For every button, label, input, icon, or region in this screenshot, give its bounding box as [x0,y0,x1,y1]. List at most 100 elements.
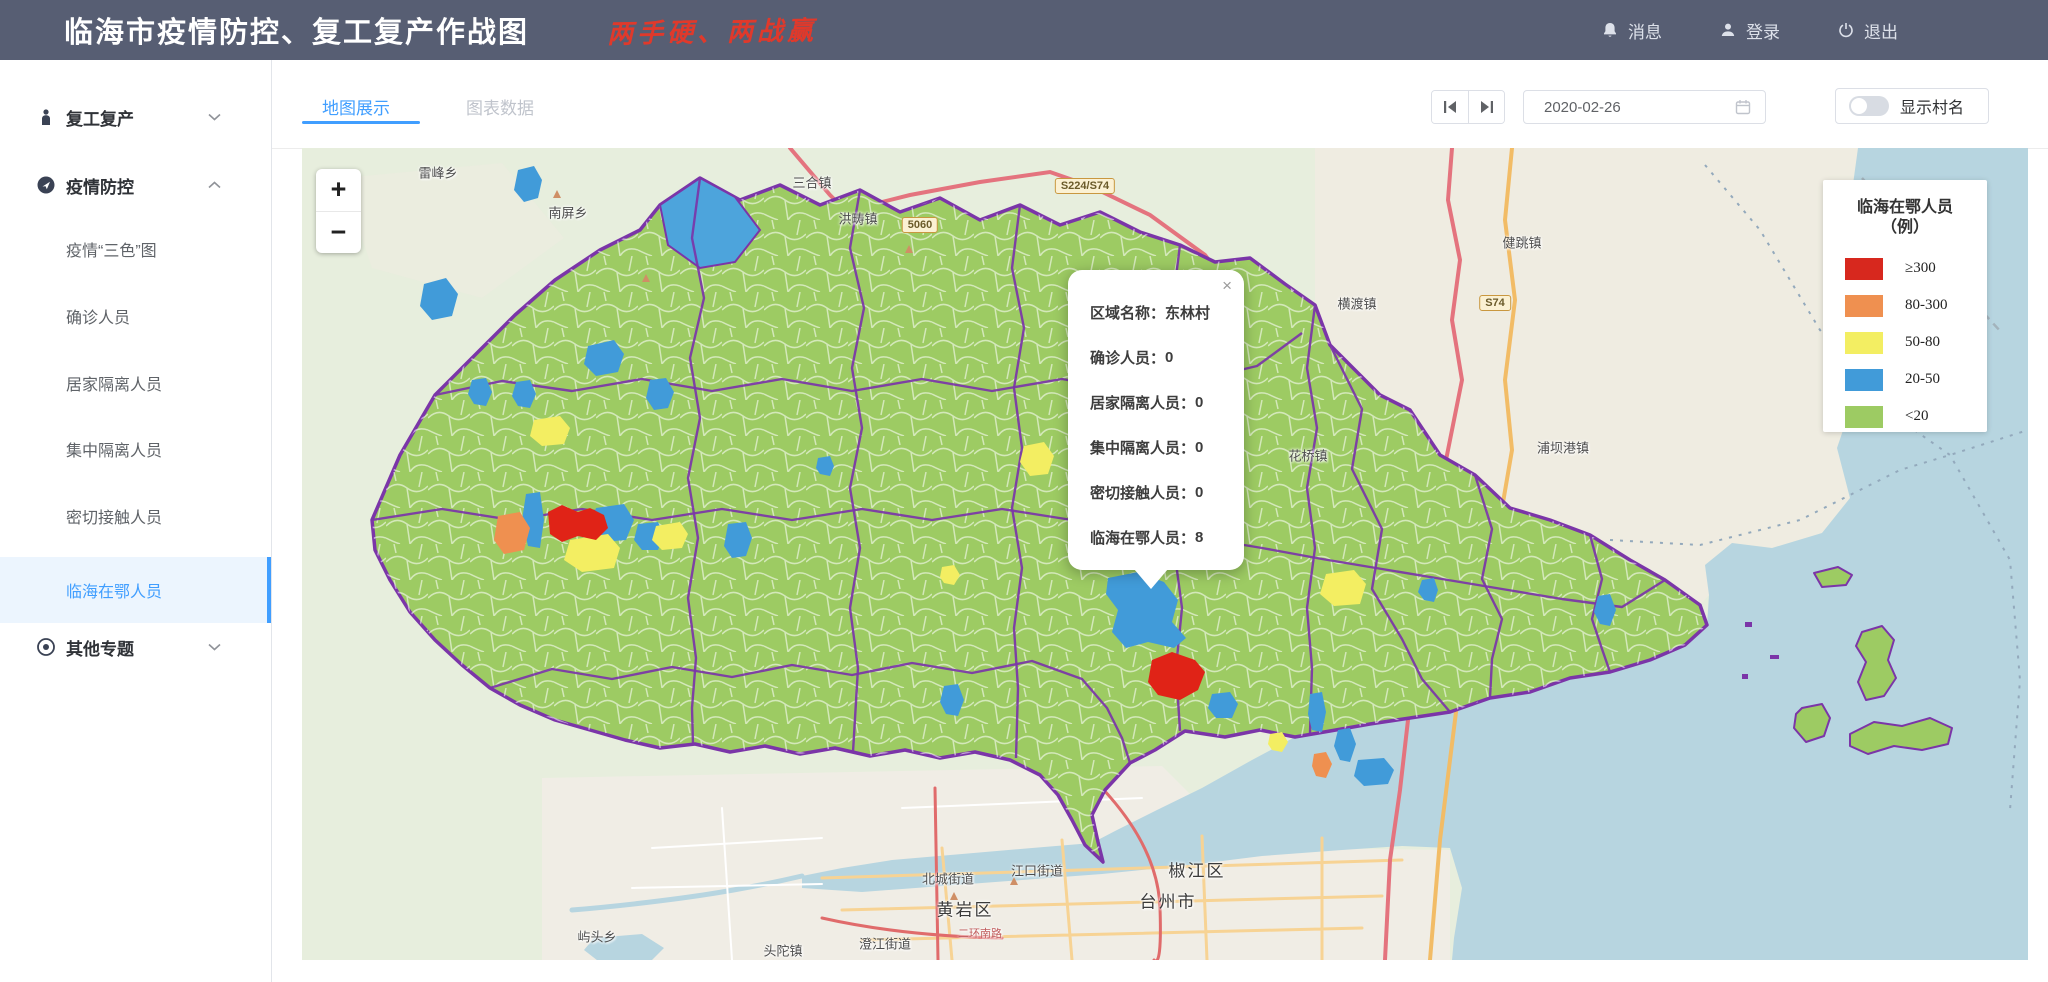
village-info-popup: × 区域名称：东林村 确诊人员：0 居家隔离人员：0 集中隔离人员：0 密切接触… [1068,270,1244,570]
popup-row-label: 区域名称 [1090,302,1150,323]
legend-item: 50-80 [1823,324,1987,361]
sidebar-item-central-quarantine[interactable]: 集中隔离人员 [0,427,271,471]
islet [1770,655,1779,659]
legend-title: 临海在鄂人员 [1823,198,1987,218]
topics-icon [36,637,56,657]
date-picker [1523,90,1766,124]
tab-map-display[interactable]: 地图展示 [322,94,390,119]
popup-tail [1134,569,1168,589]
logout-button[interactable]: 退出 [1838,18,1898,43]
sidebar-group-resume-work[interactable]: 复工复产 [0,97,271,137]
worker-icon [36,107,56,127]
popup-separator: ： [1180,392,1195,413]
messages-label: 消息 [1628,18,1662,43]
sidebar-group-label: 复工复产 [66,105,134,130]
slogan: 两手硬、两战赢 [607,10,818,51]
popup-row-value: 0 [1165,349,1173,366]
legend-swatch [1845,332,1883,354]
sidebar-group-label: 其他专题 [66,635,134,660]
popup-separator: ： [1180,527,1195,548]
legend-label: ≥300 [1905,260,1936,277]
legend-label: 20-50 [1905,371,1940,388]
road-shield: S74 [1479,295,1511,311]
active-tab-indicator [302,121,420,124]
legend-swatch [1845,369,1883,391]
popup-row: 居家隔离人员：0 [1090,380,1210,425]
popup-row-value: 0 [1195,484,1203,501]
popup-row-label: 居家隔离人员 [1090,392,1180,413]
sidebar-item-close-contacts[interactable]: 密切接触人员 [0,494,271,538]
date-input[interactable] [1544,99,1714,116]
date-stepper [1431,90,1505,124]
popup-row-value: 8 [1195,529,1203,546]
toolbar: 地图展示 图表数据 显示村名 [272,60,2048,148]
road-shield: S224/S74 [1055,178,1115,194]
sidebar-item-label: 确诊人员 [66,304,130,328]
legend-swatch [1845,258,1883,280]
popup-row-label: 集中隔离人员 [1090,437,1180,458]
popup-row-value: 0 [1195,394,1203,411]
islet [1742,674,1748,679]
popup-separator: ： [1180,482,1195,503]
popup-row-label: 确诊人员 [1090,347,1150,368]
toggle-switch-off[interactable] [1849,96,1889,116]
sidebar-item-three-color-map[interactable]: 疫情“三色”图 [0,227,271,271]
header-actions: 消息 登录 退出 [1602,0,1898,60]
chevron-up-icon [208,176,221,194]
legend-unit: （例） [1823,218,1987,238]
sidebar-item-label: 密切接触人员 [66,504,162,528]
popup-row: 区域名称：东林村 [1090,290,1210,335]
popup-separator: ： [1150,347,1165,368]
logout-label: 退出 [1864,18,1898,43]
sidebar-item-label: 居家隔离人员 [66,371,162,395]
legend-swatch [1845,406,1883,428]
bell-icon [1602,22,1618,39]
calendar-icon [1735,99,1751,115]
sidebar-group-epidemic[interactable]: 疫情防控 [0,165,271,205]
map-viewport[interactable]: + − 雷峰乡 南屏乡 三合镇 洪畴镇 健跳镇 横渡镇 花桥镇 浦坝港镇 北城街… [302,148,2028,960]
zoom-out-button[interactable]: − [316,211,361,254]
sidebar-item-label: 集中隔离人员 [66,437,162,461]
close-icon[interactable]: × [1222,276,1232,296]
popup-row: 集中隔离人员：0 [1090,425,1210,470]
legend-item: 20-50 [1823,361,1987,398]
chevron-down-icon [208,108,221,126]
popup-separator: ： [1150,302,1165,323]
legend-swatch [1845,295,1883,317]
popup-row-value: 0 [1195,439,1203,456]
sidebar-item-confirmed[interactable]: 确诊人员 [0,294,271,338]
tab-chart-data[interactable]: 图表数据 [466,94,534,119]
next-day-button[interactable] [1468,91,1504,123]
sidebar-item-label: 疫情“三色”图 [66,237,157,261]
legend-label: <20 [1905,408,1928,425]
popup-row: 密切接触人员：0 [1090,470,1210,515]
legend-label: 80-300 [1905,297,1948,314]
show-village-names-toggle[interactable]: 显示村名 [1835,88,1989,124]
sidebar-item-home-quarantine[interactable]: 居家隔离人员 [0,361,271,405]
legend-label: 50-80 [1905,334,1940,351]
power-icon [1838,22,1854,38]
popup-separator: ： [1180,437,1195,458]
road-shield: 5060 [902,217,938,233]
page-title: 临海市疫情防控、复工复产作战图 [64,9,529,51]
previous-day-button[interactable] [1432,91,1468,123]
popup-row-value: 东林村 [1165,302,1210,323]
map-legend: 临海在鄂人员 （例） ≥300 80-300 50-80 20-50 <20 [1823,180,1987,432]
messages-button[interactable]: 消息 [1602,18,1662,43]
legend-item: ≥300 [1823,250,1987,287]
legend-item: <20 [1823,398,1987,435]
popup-row-label: 临海在鄂人员 [1090,527,1180,548]
epidemic-icon [36,175,56,195]
login-button[interactable]: 登录 [1720,18,1780,43]
sidebar-group-other-topics[interactable]: 其他专题 [0,627,271,667]
popup-row: 临海在鄂人员：8 [1090,515,1210,560]
app: 临海市疫情防控、复工复产作战图 两手硬、两战赢 消息 登录 退出 复工复产 [0,0,2048,982]
chevron-down-icon [208,638,221,656]
sidebar-group-label: 疫情防控 [66,173,134,198]
sidebar-item-linhai-in-hubei[interactable]: 临海在鄂人员 [0,557,271,623]
toggle-label: 显示村名 [1900,94,1964,118]
legend-item: 80-300 [1823,287,1987,324]
zoom-in-button[interactable]: + [316,169,361,211]
sidebar: 复工复产 疫情防控 疫情“三色”图 确诊人员 居家隔离人员 集中隔离人员 密切接… [0,60,272,982]
popup-row-label: 密切接触人员 [1090,482,1180,503]
